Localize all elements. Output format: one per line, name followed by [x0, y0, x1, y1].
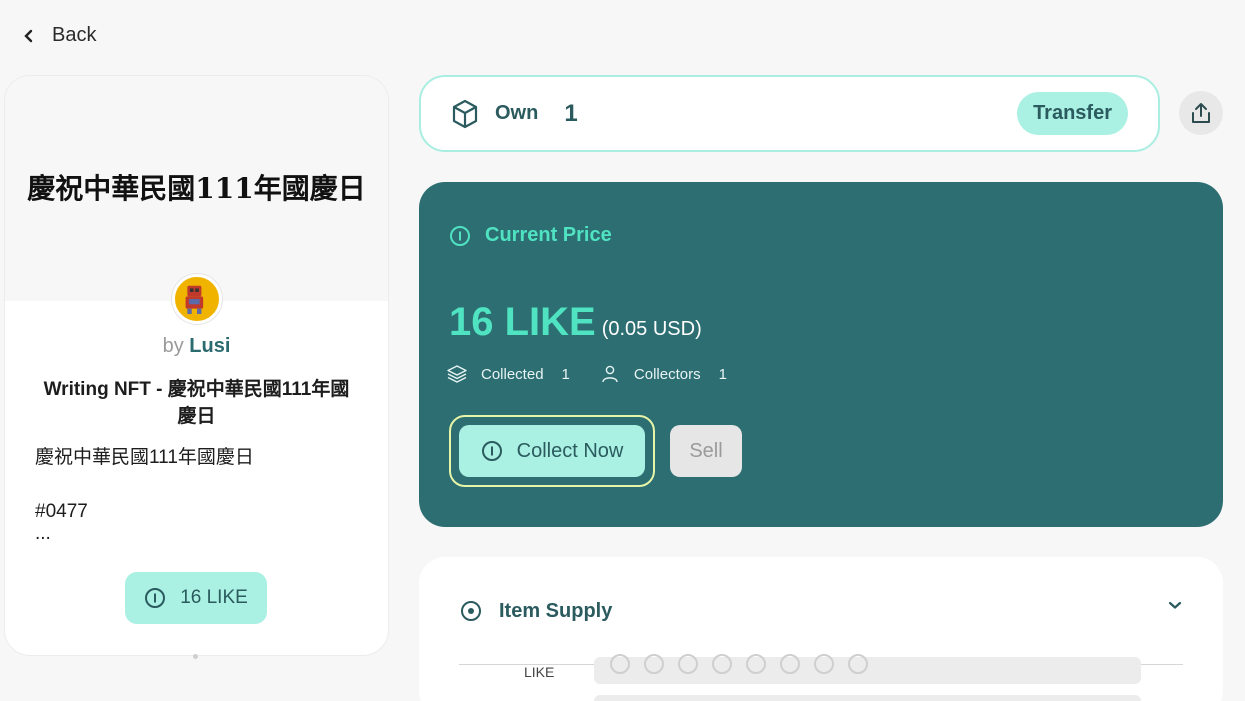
collectors-label: Collectors — [633, 365, 701, 383]
transfer-button[interactable]: Transfer — [1017, 92, 1128, 135]
stats-row: Collected 1 Collectors 1 — [447, 364, 743, 384]
supply-slot — [678, 653, 698, 674]
layers-icon — [447, 365, 467, 383]
share-icon — [1192, 103, 1210, 123]
card-price-button[interactable]: 16 LIKE — [125, 572, 267, 624]
cube-icon — [452, 99, 478, 128]
robot-avatar-icon — [175, 277, 214, 316]
current-price-header: Current Price — [449, 224, 612, 247]
description-more: ... — [35, 523, 51, 544]
nft-card[interactable]: 慶祝中華民國111年國慶日 by Lusi Writing NFT - 慶祝中華… — [4, 75, 389, 656]
own-label: Own — [495, 102, 539, 124]
supply-unit-label: LIKE — [524, 664, 555, 680]
card-price-label: 16 LIKE — [180, 587, 248, 608]
share-button[interactable] — [1179, 91, 1223, 135]
collected-value: 1 — [561, 365, 570, 383]
item-supply-card: Item Supply LIKE — [419, 557, 1223, 701]
collected-label: Collected — [481, 365, 544, 383]
person-icon — [602, 365, 618, 383]
ownership-bar: Own 1 Transfer — [419, 75, 1160, 152]
supply-bar — [594, 653, 1141, 684]
price-value: 16 LIKE — [449, 300, 596, 344]
supply-slot — [848, 653, 868, 674]
nft-number: #0477 — [35, 501, 88, 522]
target-icon — [461, 601, 481, 621]
price-panel: Current Price 16 LIKE (0.05 USD) Collect… — [419, 182, 1223, 527]
price-row: 16 LIKE (0.05 USD) — [449, 300, 702, 345]
nft-banner-title: 慶祝中華民國111年國慶日 — [27, 171, 366, 205]
collect-now-label: Collect Now — [516, 439, 624, 462]
collect-now-frame: Collect Now — [449, 415, 655, 487]
supply-bar — [594, 695, 1141, 701]
collect-now-button[interactable]: Collect Now — [459, 425, 645, 477]
chevron-left-icon — [24, 29, 33, 42]
carousel-dot[interactable] — [193, 654, 198, 659]
supply-slot — [610, 653, 630, 674]
chevron-down-icon[interactable] — [1167, 597, 1183, 613]
nft-description: 慶祝中華民國111年國慶日 #0477 ... — [35, 444, 358, 543]
item-supply-label: Item Supply — [499, 599, 613, 622]
supply-slot — [780, 653, 800, 674]
like-coin-icon — [481, 441, 502, 461]
supply-slot — [814, 653, 834, 674]
back-label: Back — [52, 24, 97, 46]
by-prefix: by — [162, 335, 184, 357]
current-price-label: Current Price — [485, 224, 612, 246]
nft-title: Writing NFT - 慶祝中華民國111年國慶日 — [43, 379, 350, 427]
author-link[interactable]: Lusi — [189, 335, 230, 357]
like-coin-icon — [145, 588, 166, 608]
supply-slot — [712, 653, 732, 674]
supply-slot — [746, 653, 766, 674]
sell-button[interactable]: Sell — [670, 425, 742, 477]
nft-banner: 慶祝中華民國111年國慶日 — [5, 76, 388, 301]
price-usd: (0.05 USD) — [601, 318, 702, 340]
collectors-value: 1 — [718, 365, 727, 383]
item-supply-header[interactable]: Item Supply — [459, 599, 612, 623]
description-line: 慶祝中華民國111年國慶日 — [35, 447, 254, 468]
like-coin-icon — [450, 225, 470, 246]
avatar[interactable] — [172, 274, 222, 324]
supply-slot — [644, 653, 664, 674]
byline: by Lusi — [5, 335, 388, 358]
back-button[interactable]: Back — [22, 24, 96, 47]
own-count: 1 — [564, 99, 578, 127]
